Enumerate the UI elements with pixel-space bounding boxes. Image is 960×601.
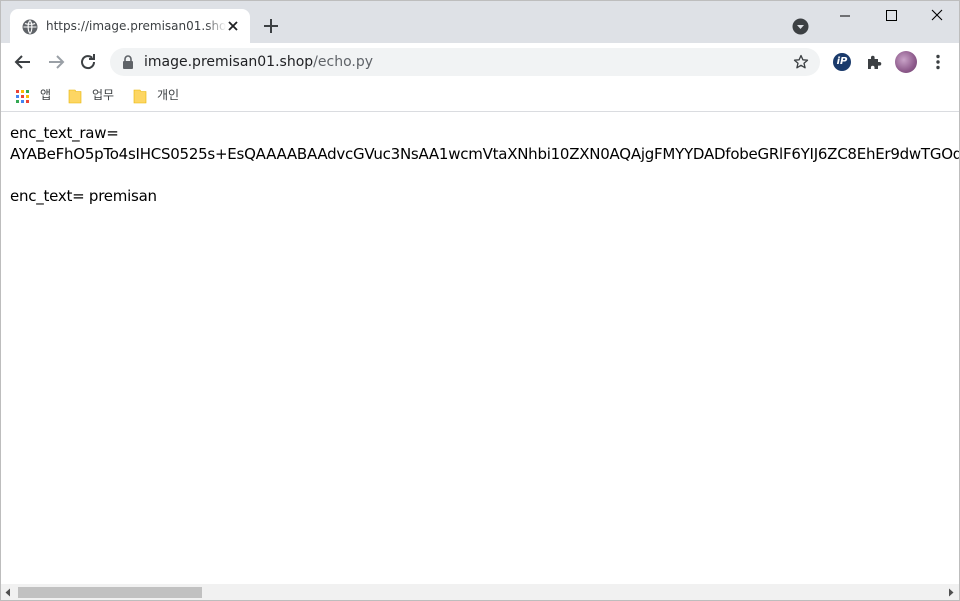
- extensions-puzzle-icon[interactable]: [865, 53, 883, 71]
- tab-search-icon[interactable]: [792, 18, 809, 35]
- ip-extension-icon[interactable]: iP: [833, 53, 851, 71]
- folder-icon: [133, 89, 147, 104]
- url-text: image.premisan01.shop/echo.py: [144, 54, 373, 70]
- enc-text-raw-label: enc_text_raw=: [10, 124, 119, 142]
- horizontal-scrollbar[interactable]: [1, 584, 959, 600]
- url-path: /echo.py: [313, 54, 374, 70]
- tab-strip: https://image.premisan01.shop/echo.py: [1, 1, 959, 43]
- close-icon[interactable]: [225, 18, 241, 34]
- scrollbar-thumb[interactable]: [18, 587, 202, 598]
- new-tab-icon[interactable]: [261, 16, 281, 36]
- forward-arrow-icon[interactable]: [45, 51, 67, 73]
- tab-active[interactable]: https://image.premisan01.shop/echo.py: [10, 9, 250, 43]
- folder-icon: [68, 89, 82, 104]
- address-bar[interactable]: image.premisan01.shop/echo.py: [110, 48, 820, 76]
- reload-icon[interactable]: [77, 51, 99, 73]
- browser-window: https://image.premisan01.shop/echo.py: [0, 0, 960, 601]
- lock-icon[interactable]: [122, 55, 134, 69]
- toolbar: image.premisan01.shop/echo.py iP: [1, 43, 959, 81]
- bookmark-label: 앱: [40, 88, 52, 102]
- scroll-right-arrow-icon[interactable]: [947, 588, 955, 597]
- tab-title-fade: [206, 15, 226, 37]
- url-host: image.premisan01.shop: [144, 54, 314, 70]
- profile-avatar[interactable]: [895, 51, 917, 73]
- bookmark-star-icon[interactable]: [793, 54, 809, 70]
- scroll-left-arrow-icon[interactable]: [4, 588, 12, 597]
- page-content: enc_text_raw= AYABeFhO5pTo4sIHCS0525s+Es…: [1, 112, 959, 584]
- bookmarks-bar: 앱 업무 개인: [1, 81, 959, 112]
- enc-text-line: enc_text= premisan: [10, 187, 157, 205]
- back-arrow-icon[interactable]: [12, 51, 34, 73]
- globe-icon: [22, 19, 38, 35]
- maximize-icon[interactable]: [868, 1, 914, 31]
- bookmark-label: 개인: [157, 88, 180, 102]
- minimize-icon[interactable]: [822, 1, 868, 31]
- bookmark-label: 업무: [92, 88, 115, 102]
- enc-text-raw-value: AYABeFhO5pTo4sIHCS0525s+EsQAAAABAAdvcGVu…: [10, 145, 959, 163]
- more-menu-icon[interactable]: [929, 54, 947, 70]
- apps-grid-icon: [16, 90, 30, 104]
- tab-title: https://image.premisan01.shop/echo.py: [46, 19, 226, 33]
- window-close-icon[interactable]: [914, 1, 960, 31]
